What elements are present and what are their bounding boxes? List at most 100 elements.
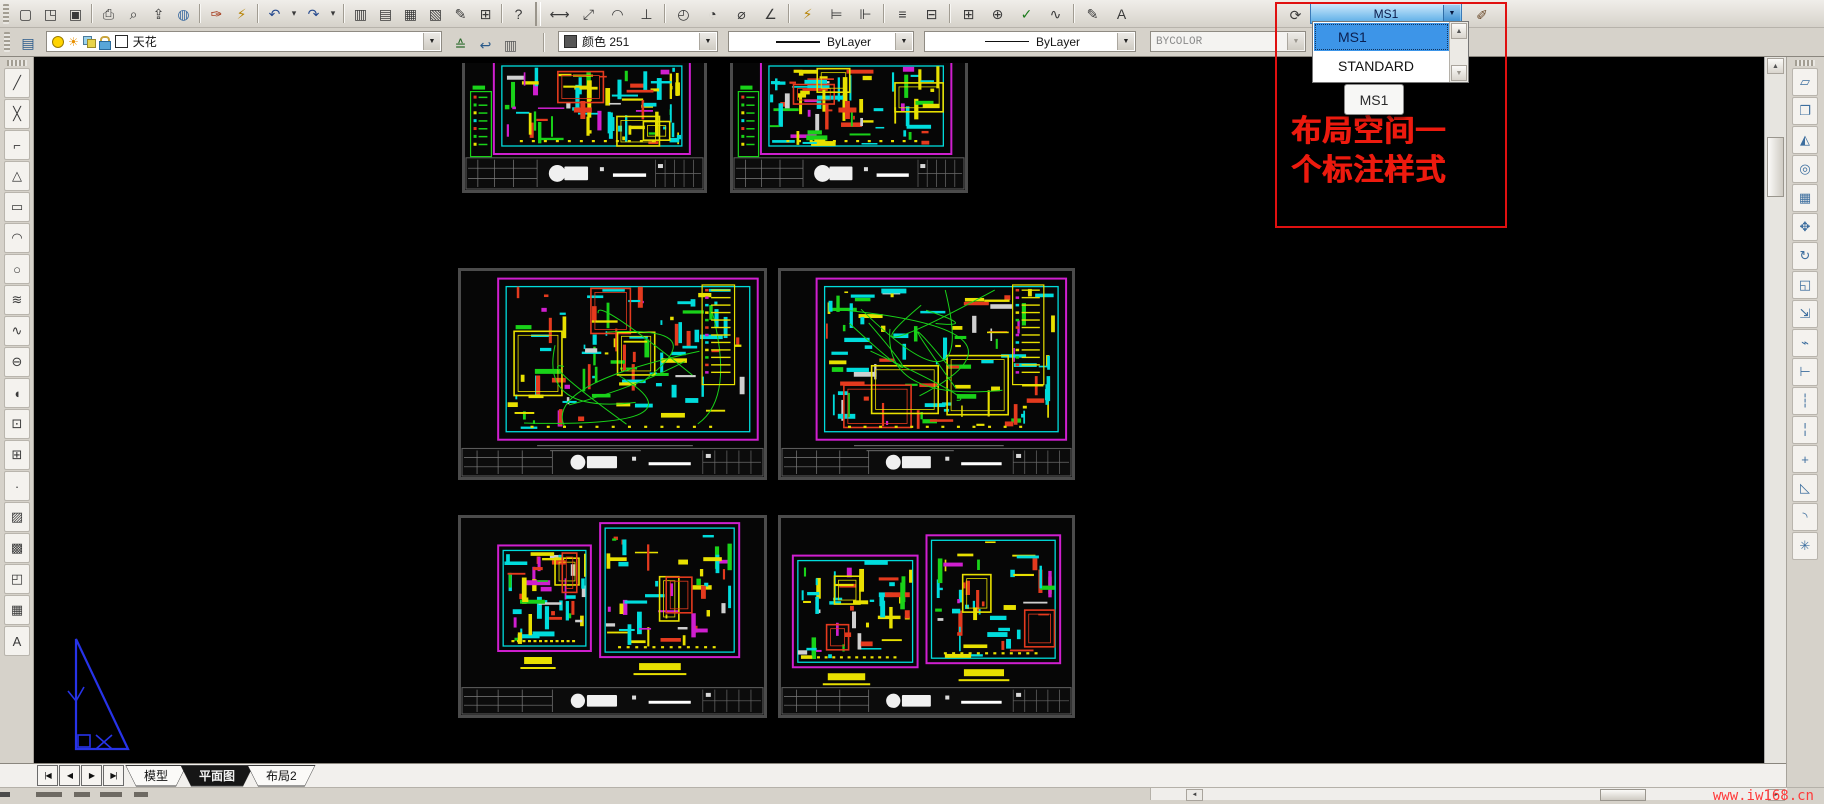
polygon-button[interactable]: △ (4, 161, 30, 191)
break-at-point-button[interactable]: ┆ (1792, 387, 1818, 415)
dropdown-scrollbar[interactable]: ▲ ▼ (1449, 22, 1468, 82)
dim-baseline-button[interactable]: ⊨ (822, 2, 851, 25)
dropdown-item-ms1[interactable]: MS1 (1314, 23, 1449, 51)
polyline-button[interactable]: ⌐ (4, 130, 30, 160)
tab-layout2[interactable]: 布局2 (247, 765, 316, 787)
dim-jog-line-button[interactable]: ∿ (1041, 2, 1070, 25)
block-editor-button[interactable]: ⚡ (229, 2, 254, 25)
dim-space-button[interactable]: ≡ (888, 2, 917, 25)
dim-ordinate-button[interactable]: ⊥ (632, 2, 661, 25)
dim-arc-length-button[interactable]: ◠ (603, 2, 632, 25)
dim-aligned-button[interactable]: ⤢ (574, 2, 603, 25)
construction-line-button[interactable]: ╳ (4, 99, 30, 129)
plot-button[interactable]: ⎙ (96, 2, 121, 25)
spline-button[interactable]: ∿ (4, 316, 30, 346)
last-tab-button[interactable]: ▶| (103, 765, 124, 786)
sheet-set-manager-button[interactable]: ▧ (423, 2, 448, 25)
undo-button[interactable]: ↶ (262, 2, 287, 25)
previous-tab-button[interactable]: ◀ (59, 765, 80, 786)
lineweight-combo[interactable]: ByLayer ▼ (924, 31, 1136, 52)
hatch-button[interactable]: ▨ (4, 502, 30, 532)
quick-dimension-button[interactable]: ⚡ (793, 2, 822, 25)
erase-button[interactable]: ▱ (1792, 68, 1818, 96)
make-objects-layer-current-button[interactable]: ≙ (448, 34, 473, 57)
first-tab-button[interactable]: |◀ (37, 765, 58, 786)
toolbar-grip[interactable] (4, 32, 10, 52)
next-tab-button[interactable]: ▶ (81, 765, 102, 786)
horizontal-scrollbar-thumb[interactable] (1600, 789, 1646, 801)
hscroll-left-button[interactable]: ◄ (1186, 789, 1203, 801)
point-button[interactable]: · (4, 471, 30, 501)
designcenter-button[interactable]: ▤ (373, 2, 398, 25)
rectangle-button[interactable]: ▭ (4, 192, 30, 222)
stretch-button[interactable]: ⇲ (1792, 300, 1818, 328)
region-button[interactable]: ◰ (4, 564, 30, 594)
copy-button[interactable]: ❐ (1792, 97, 1818, 125)
scroll-up-button[interactable]: ▲ (1767, 58, 1784, 74)
scale-button[interactable]: ◱ (1792, 271, 1818, 299)
rotate-button[interactable]: ↻ (1792, 242, 1818, 270)
mirror-button[interactable]: ◭ (1792, 126, 1818, 154)
tab-model[interactable]: 模型 (125, 765, 187, 787)
undo-menu-button[interactable]: ▾ (287, 2, 301, 25)
chevron-down-icon[interactable]: ▼ (895, 33, 912, 50)
toolbar-grip[interactable] (3, 4, 9, 24)
chevron-down-icon[interactable]: ▼ (1117, 33, 1134, 50)
layer-states-manager-button[interactable]: ▥ (498, 34, 523, 57)
open-button[interactable]: ◳ (38, 2, 63, 25)
dropdown-scroll-down-button[interactable]: ▼ (1451, 65, 1467, 81)
move-button[interactable]: ✥ (1792, 213, 1818, 241)
tolerance-button[interactable]: ⊞ (954, 2, 983, 25)
extend-button[interactable]: ⊢ (1792, 358, 1818, 386)
dim-edit-button[interactable]: ✎ (1078, 2, 1107, 25)
layer-properties-manager-button[interactable]: ▤ (12, 31, 44, 55)
markup-set-manager-button[interactable]: ✎ (448, 2, 473, 25)
offset-button[interactable]: ◎ (1792, 155, 1818, 183)
dim-angular-button[interactable]: ∠ (756, 2, 785, 25)
layer-previous-button[interactable]: ↩ (473, 34, 498, 57)
dim-break-button[interactable]: ⊟ (917, 2, 946, 25)
horizontal-scrollbar[interactable] (1150, 788, 1787, 800)
dim-inspect-button[interactable]: ✓ (1012, 2, 1041, 25)
layer-combo[interactable]: ☀ 天花 ▼ (46, 31, 442, 52)
join-button[interactable]: + (1792, 445, 1818, 473)
chamfer-button[interactable]: ◺ (1792, 474, 1818, 502)
help-button[interactable]: ? (506, 2, 531, 25)
revision-cloud-button[interactable]: ≋ (4, 285, 30, 315)
dropdown-scroll-up-button[interactable]: ▲ (1451, 23, 1467, 39)
fillet-button[interactable]: ◝ (1792, 503, 1818, 531)
dim-continue-button[interactable]: ⊩ (851, 2, 880, 25)
line-button[interactable]: ╱ (4, 68, 30, 98)
dropdown-item-standard[interactable]: STANDARD (1314, 52, 1449, 80)
plot-preview-button[interactable]: ⌕ (121, 2, 146, 25)
new-button[interactable]: ▢ (13, 2, 38, 25)
break-button[interactable]: ╎ (1792, 416, 1818, 444)
match-properties-button[interactable]: ✑ (204, 2, 229, 25)
toolbar-grip[interactable] (1795, 60, 1815, 66)
dim-jogged-button[interactable]: ◔ (698, 2, 727, 25)
ellipse-button[interactable]: ⊖ (4, 347, 30, 377)
gradient-button[interactable]: ▩ (4, 533, 30, 563)
toolbar-grip[interactable] (7, 60, 27, 66)
center-mark-button[interactable]: ⊕ (983, 2, 1012, 25)
dim-text-edit-button[interactable]: A (1107, 2, 1136, 25)
publish-button[interactable]: ⇪ (146, 2, 171, 25)
tab-floor-plan[interactable]: 平面图 (180, 765, 254, 787)
linetype-combo[interactable]: ByLayer ▼ (728, 31, 914, 52)
redo-button[interactable]: ↷ (301, 2, 326, 25)
make-block-button[interactable]: ⊞ (4, 440, 30, 470)
color-combo[interactable]: 颜色 251 ▼ (558, 31, 718, 52)
dim-diameter-button[interactable]: ⌀ (727, 2, 756, 25)
trim-button[interactable]: ⌁ (1792, 329, 1818, 357)
arc-button[interactable]: ◠ (4, 223, 30, 253)
chevron-down-icon[interactable]: ▼ (423, 33, 440, 50)
redo-menu-button[interactable]: ▾ (326, 2, 340, 25)
array-button[interactable]: ▦ (1792, 184, 1818, 212)
quickcalc-button[interactable]: ⊞ (473, 2, 498, 25)
chevron-down-icon[interactable]: ▼ (699, 33, 716, 50)
insert-block-button[interactable]: ⊡ (4, 409, 30, 439)
dim-radius-button[interactable]: ◴ (669, 2, 698, 25)
circle-button[interactable]: ○ (4, 254, 30, 284)
multiline-text-button[interactable]: A (4, 626, 30, 656)
3d-dwf-button[interactable]: ◍ (171, 2, 196, 25)
